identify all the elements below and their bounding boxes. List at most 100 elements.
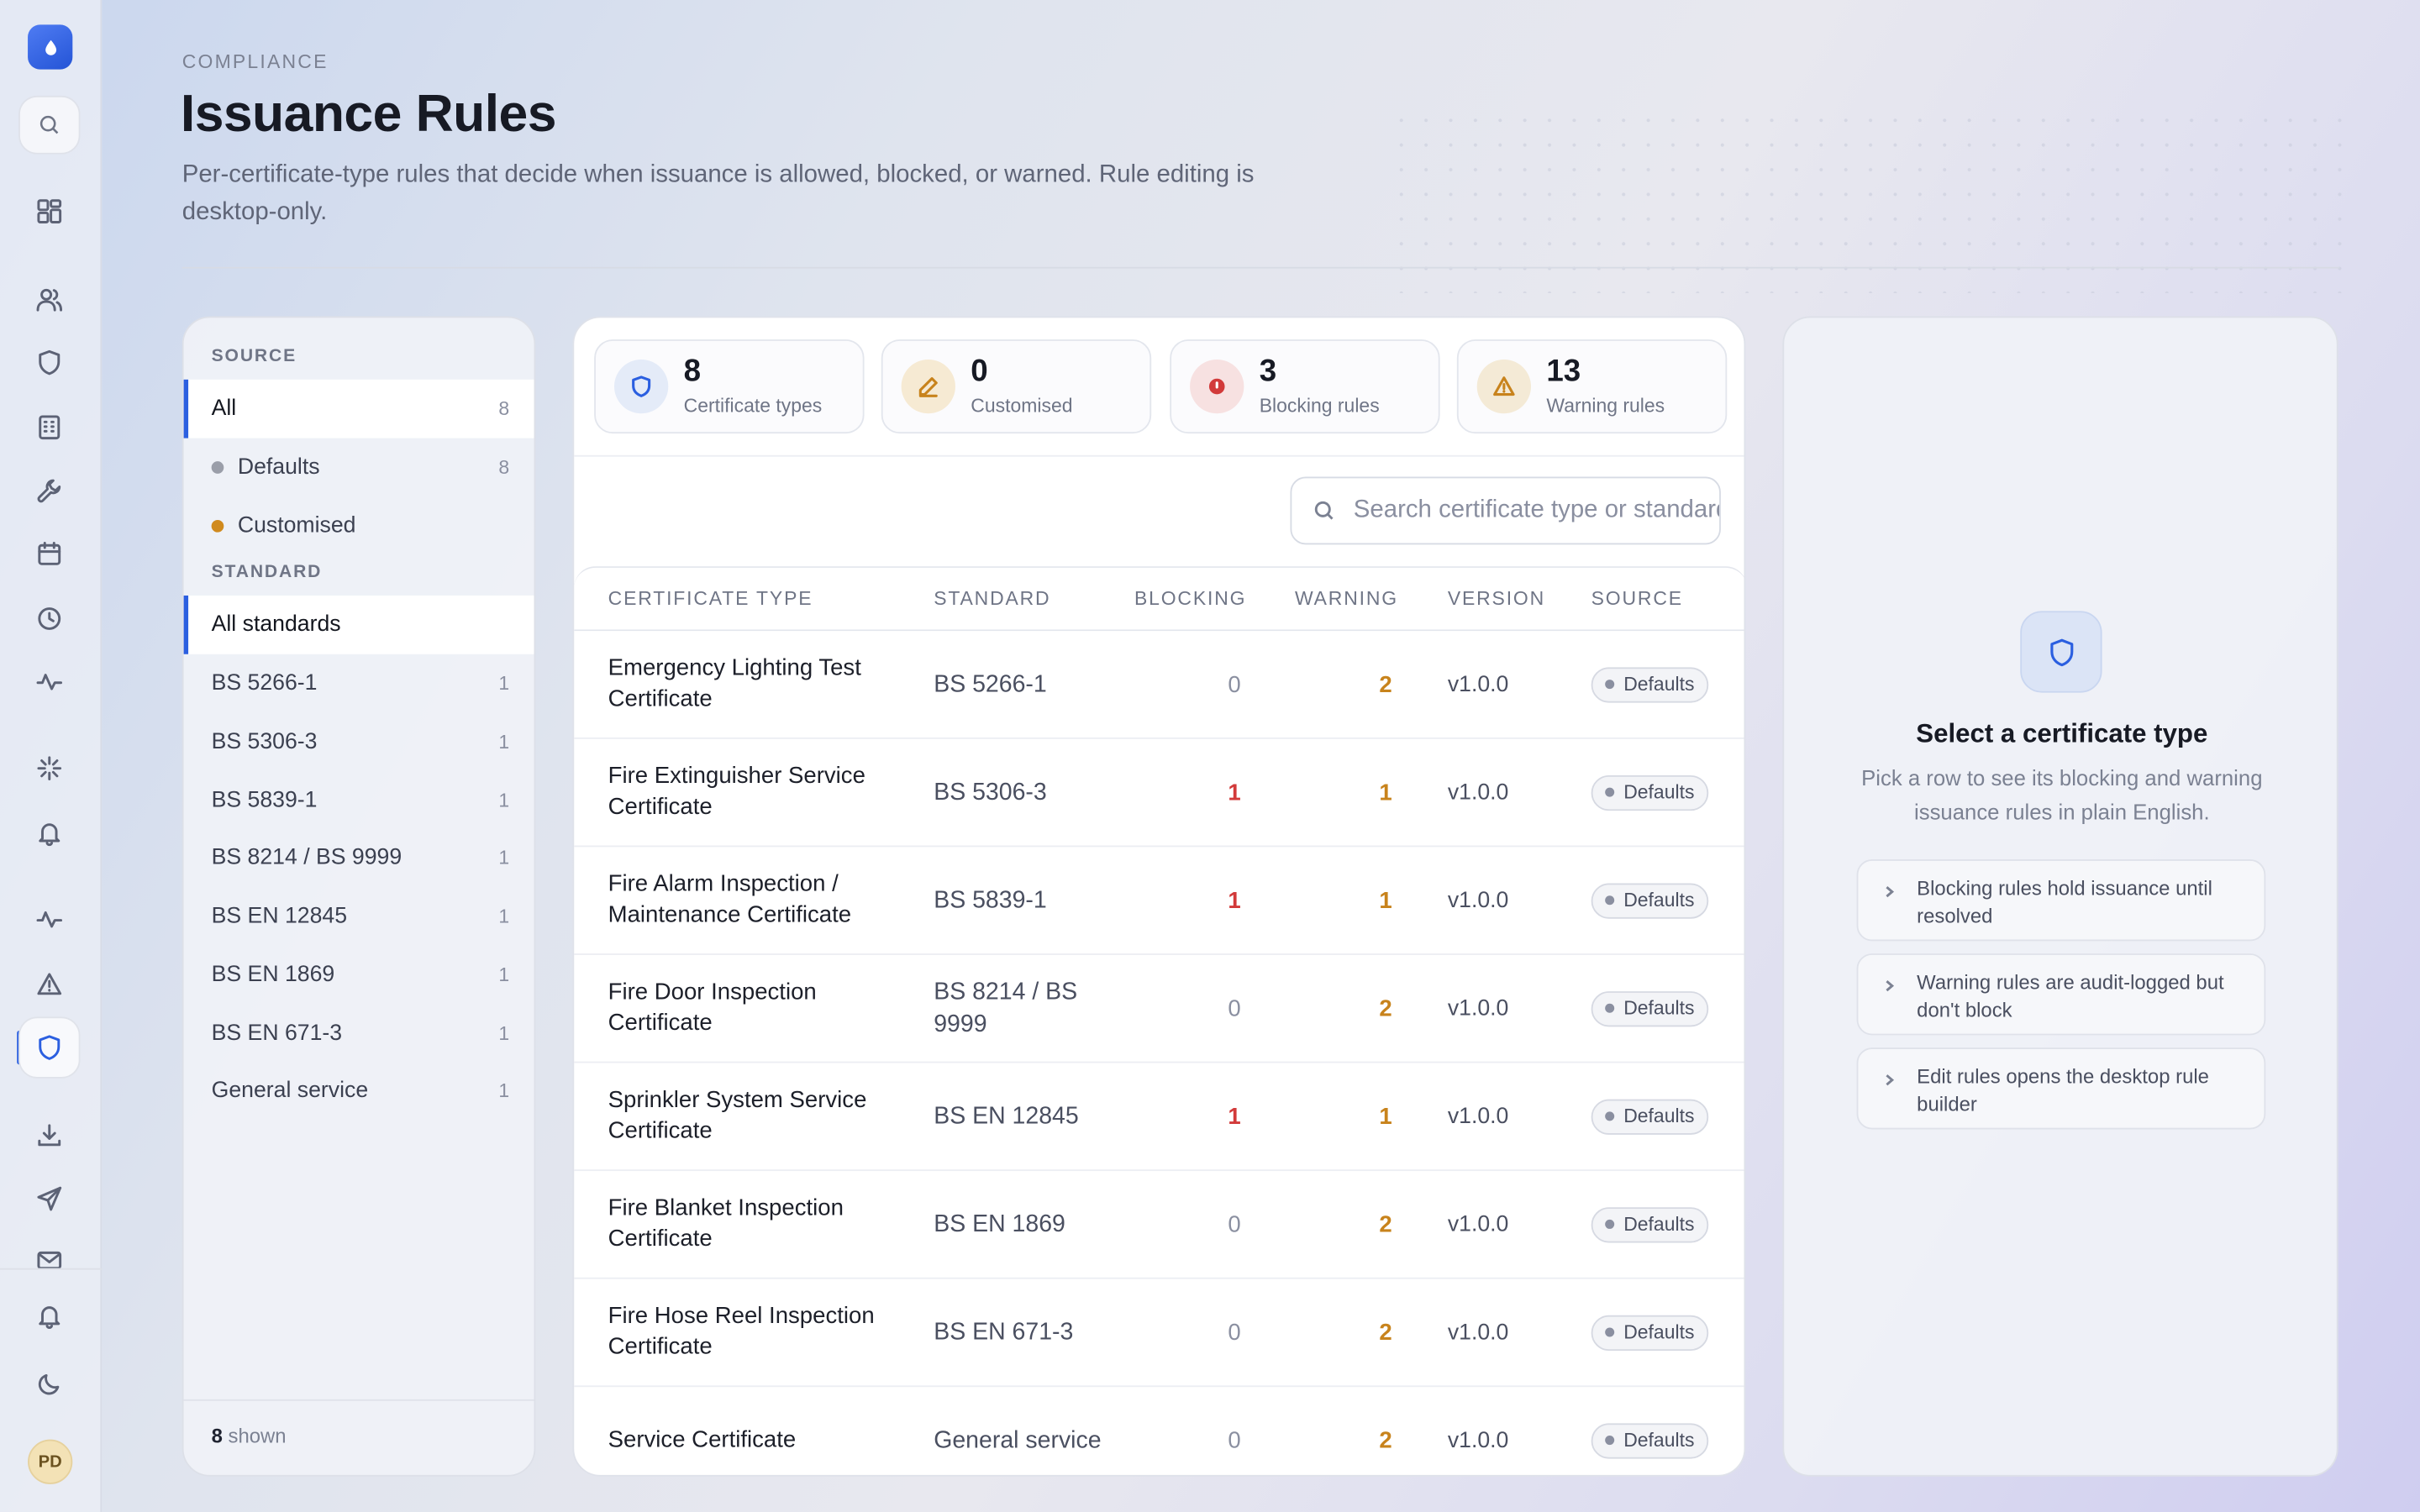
column-header-source[interactable]: SOURCE xyxy=(1591,588,1683,610)
filter-count: 8 xyxy=(498,397,510,420)
filter-standard-item[interactable]: BS 8214 / BS 9999 1 xyxy=(184,828,534,887)
filter-standard-all[interactable]: All standards xyxy=(183,595,534,654)
notifications-bell-icon[interactable] xyxy=(33,1299,66,1333)
column-header-standard[interactable]: STANDARD xyxy=(934,588,1050,610)
column-header-warning[interactable]: WARNING xyxy=(1295,588,1398,610)
filter-label: Customised xyxy=(237,513,356,539)
sparkle-icon[interactable] xyxy=(33,751,66,785)
filter-count: 1 xyxy=(498,847,510,869)
cell-standard: BS 5306-3 xyxy=(934,779,1047,806)
cell-blocking: 1 xyxy=(1228,887,1241,914)
warning-icon xyxy=(1476,359,1532,414)
user-avatar[interactable]: PD xyxy=(28,1439,73,1484)
cell-version: v1.0.0 xyxy=(1447,1104,1509,1129)
search-input[interactable] xyxy=(1353,496,1720,525)
source-badge: Defaults xyxy=(1591,774,1708,811)
cell-standard: BS 5266-1 xyxy=(934,670,1047,697)
cell-certificate-type: Sprinkler System Service Certificate xyxy=(608,1086,867,1144)
chevron-right-icon xyxy=(1881,974,1897,992)
column-header-blocking[interactable]: BLOCKING xyxy=(1134,588,1246,610)
filter-count: 1 xyxy=(498,1079,510,1102)
alert-icon[interactable] xyxy=(33,968,66,1001)
standard-heading: STANDARD xyxy=(211,563,323,582)
table-row[interactable]: Fire Extinguisher Service Certificate BS… xyxy=(574,739,1744,848)
activity-icon[interactable] xyxy=(33,665,66,699)
cell-warning: 1 xyxy=(1379,779,1392,806)
source-heading: SOURCE xyxy=(211,347,297,366)
cell-standard: BS EN 12845 xyxy=(934,1102,1079,1130)
filter-label: BS 5839-1 xyxy=(211,788,318,813)
hint-card[interactable]: Warning rules are audit-logged but don't… xyxy=(1856,953,2266,1036)
defaults-dot xyxy=(211,461,224,474)
stat-warning-rules: 13 Warning rules xyxy=(1456,339,1728,434)
source-label: Defaults xyxy=(1623,1105,1695,1127)
filter-standard-item[interactable]: BS 5266-1 1 xyxy=(184,654,534,713)
bell-icon[interactable] xyxy=(33,816,66,850)
source-label: Defaults xyxy=(1623,889,1695,911)
source-badge: Defaults xyxy=(1591,1206,1708,1242)
pulse-icon[interactable] xyxy=(33,902,66,936)
hint-card[interactable]: Blocking rules hold issuance until resol… xyxy=(1856,859,2266,942)
block-icon xyxy=(1190,359,1244,414)
stat-value: 8 xyxy=(683,354,702,389)
filter-standard-item[interactable]: General service 1 xyxy=(184,1062,534,1121)
calendar-icon[interactable] xyxy=(33,537,66,570)
hint-text: Warning rules are audit-logged but don't… xyxy=(1917,970,2224,1021)
filter-standard-item[interactable]: BS EN 1869 1 xyxy=(184,946,534,1005)
filter-label: BS EN 1869 xyxy=(211,963,335,988)
table-row[interactable]: Fire Hose Reel Inspection Certificate BS… xyxy=(574,1279,1744,1388)
table-row[interactable]: Fire Alarm Inspection / Maintenance Cert… xyxy=(574,847,1744,955)
building-icon[interactable] xyxy=(33,411,66,444)
moon-icon[interactable] xyxy=(33,1367,66,1400)
dashboard-icon[interactable] xyxy=(33,194,66,228)
wrench-icon[interactable] xyxy=(33,474,66,507)
source-dot xyxy=(1605,680,1615,690)
source-badge: Defaults xyxy=(1591,1098,1708,1134)
filter-standard-item[interactable]: BS EN 12845 1 xyxy=(184,887,534,946)
download-icon[interactable] xyxy=(33,1119,66,1152)
source-label: Defaults xyxy=(1623,781,1695,804)
clock-icon[interactable] xyxy=(33,601,66,635)
mail-icon[interactable] xyxy=(33,1247,66,1268)
filter-panel: SOURCE All 8 Defaults 8 Customised STAND… xyxy=(182,316,536,1477)
cell-certificate-type: Emergency Lighting Test Certificate xyxy=(608,654,861,712)
detail-title: Select a certificate type xyxy=(1916,718,2208,748)
filter-count: 1 xyxy=(498,963,510,986)
filter-source-defaults[interactable]: Defaults 8 xyxy=(184,438,534,497)
stat-label: Warning rules xyxy=(1546,395,1665,417)
cell-version: v1.0.0 xyxy=(1447,1211,1509,1237)
chevron-right-icon xyxy=(1881,879,1897,898)
search-icon xyxy=(1314,501,1334,520)
filter-label: All xyxy=(211,396,237,422)
filter-source-customised[interactable]: Customised xyxy=(184,496,534,555)
column-header-certificate-type[interactable]: CERTIFICATE TYPE xyxy=(608,588,813,610)
shield-active-icon[interactable] xyxy=(33,1031,66,1064)
filter-standard-item[interactable]: BS 5839-1 1 xyxy=(184,771,534,830)
filter-count: 1 xyxy=(498,731,510,753)
hint-card[interactable]: Edit rules opens the desktop rule builde… xyxy=(1856,1047,2266,1130)
filter-standard-item[interactable]: BS EN 671-3 1 xyxy=(184,1005,534,1063)
table-row[interactable]: Service Certificate General service 0 2 … xyxy=(574,1387,1744,1475)
users-icon[interactable] xyxy=(33,282,66,316)
filter-footer: 8 shown xyxy=(183,1399,534,1475)
filter-standard-item[interactable]: BS 5306-3 1 xyxy=(184,713,534,772)
table-row[interactable]: Emergency Lighting Test Certificate BS 5… xyxy=(574,631,1744,739)
rail-search-button[interactable] xyxy=(18,95,81,155)
certificate-search[interactable] xyxy=(1290,476,1721,545)
stat-label: Blocking rules xyxy=(1259,395,1380,417)
cell-blocking: 0 xyxy=(1228,1210,1241,1238)
table-row[interactable]: Fire Blanket Inspection Certificate BS E… xyxy=(574,1171,1744,1279)
cell-warning: 1 xyxy=(1379,887,1392,914)
filter-count: 1 xyxy=(498,906,510,927)
send-icon[interactable] xyxy=(33,1182,66,1215)
table-row[interactable]: Sprinkler System Service Certificate BS … xyxy=(574,1063,1744,1172)
cell-version: v1.0.0 xyxy=(1447,1427,1509,1453)
table-row[interactable]: Fire Door Inspection Certificate BS 8214… xyxy=(574,955,1744,1063)
shield-icon[interactable] xyxy=(33,345,66,379)
app-logo[interactable] xyxy=(28,24,73,70)
filter-source-all[interactable]: All 8 xyxy=(183,379,534,438)
hint-text: Blocking rules hold issuance until resol… xyxy=(1917,876,2212,927)
source-dot xyxy=(1605,1219,1615,1229)
column-header-version[interactable]: VERSION xyxy=(1448,588,1545,610)
source-badge: Defaults xyxy=(1591,1314,1708,1351)
